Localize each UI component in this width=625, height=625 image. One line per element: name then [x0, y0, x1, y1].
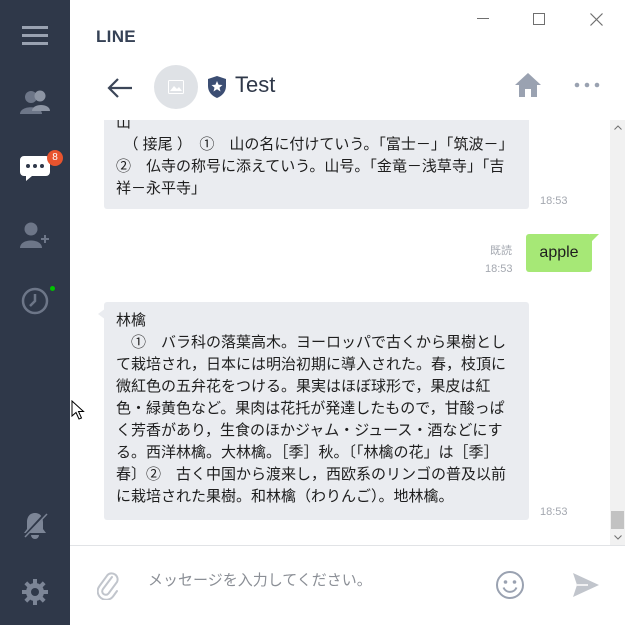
- emoji-icon[interactable]: [494, 569, 526, 601]
- paperclip-icon[interactable]: [94, 568, 122, 602]
- home-icon[interactable]: [512, 70, 544, 100]
- app-brand: LINE: [96, 27, 136, 46]
- vertical-scrollbar[interactable]: [610, 120, 625, 545]
- shield-icon: [207, 76, 227, 98]
- message-list[interactable]: 山 （ 接尾 ） ① 山の名に付けていう。「富士－」「筑波－」 ② 仏寺の称号に…: [70, 120, 610, 545]
- hamburger-menu-icon[interactable]: [15, 15, 55, 55]
- avatar[interactable]: [154, 65, 198, 109]
- scrollbar-thumb[interactable]: [611, 511, 624, 529]
- read-receipt: 既読: [490, 245, 512, 257]
- send-icon[interactable]: [570, 570, 602, 600]
- message-bubble-incoming[interactable]: 林檎 ① バラ科の落葉高木。ヨーロッパで古くから果樹として栽培され，日本には明治…: [98, 302, 529, 520]
- message-bubble-outgoing[interactable]: apple: [526, 234, 599, 272]
- unread-badge: 8: [47, 150, 63, 166]
- clock-icon[interactable]: [15, 281, 55, 321]
- message-bubble-incoming[interactable]: 山 （ 接尾 ） ① 山の名に付けていう。「富士－」「筑波－」 ② 仏寺の称号に…: [104, 120, 529, 209]
- add-friend-icon[interactable]: [15, 215, 55, 255]
- chat-title: Test: [235, 72, 276, 97]
- maximize-icon[interactable]: [526, 8, 552, 30]
- online-indicator: [50, 286, 55, 291]
- back-button[interactable]: [104, 74, 136, 102]
- mouse-cursor-icon: [71, 399, 85, 420]
- more-options-icon[interactable]: [572, 76, 602, 94]
- arrow-left-icon: [107, 78, 132, 98]
- navigation-rail: 8: [0, 0, 70, 625]
- scroll-up-icon[interactable]: [610, 120, 625, 134]
- scroll-down-icon[interactable]: [610, 530, 625, 544]
- bell-muted-icon[interactable]: [15, 505, 55, 545]
- image-placeholder-icon: [168, 80, 184, 94]
- message-time: 18:53: [540, 195, 568, 207]
- message-time: 18:53: [540, 506, 568, 518]
- message-input[interactable]: [140, 566, 480, 594]
- minimize-icon[interactable]: [470, 8, 496, 30]
- gear-icon[interactable]: [15, 572, 55, 612]
- message-time: 18:53: [485, 263, 513, 275]
- friends-icon[interactable]: [15, 82, 55, 122]
- close-icon[interactable]: [583, 8, 609, 30]
